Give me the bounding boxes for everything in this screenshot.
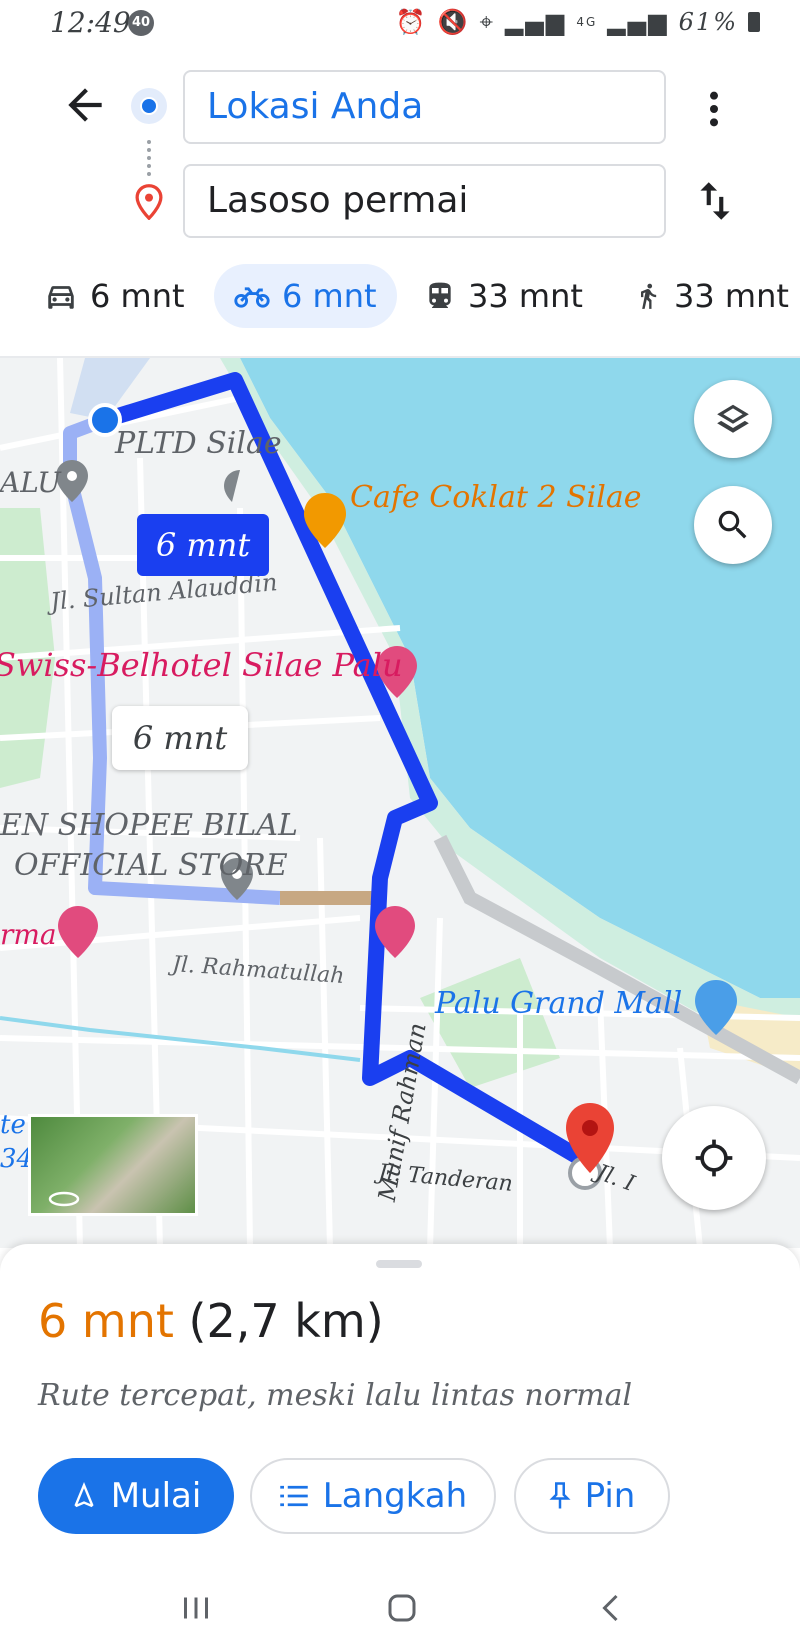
network-type: 4G — [576, 15, 598, 29]
label-cafe[interactable]: Cafe Coklat 2 Silae — [350, 480, 642, 515]
trip-distance: (2,7 km) — [188, 1294, 384, 1348]
search-map-button[interactable] — [694, 486, 772, 564]
mode-walk-label: 33 mnt — [674, 277, 789, 315]
mode-motorbike-label: 6 mnt — [282, 277, 377, 315]
steps-label: Langkah — [322, 1476, 468, 1516]
pin-button[interactable]: Pin — [514, 1458, 670, 1534]
status-icons: ⏰ 🔇 ⌖ ▂▄▆ 4G ▂▄▆ 61% — [396, 8, 760, 36]
label-rma: rma — [0, 918, 57, 951]
hotel-pin-3 — [58, 906, 98, 958]
rotate-360-icon — [48, 1191, 80, 1207]
label-shopee-2: OFFICIAL STORE — [14, 848, 288, 883]
map-view[interactable]: PLTD Silae Cafe Coklat 2 Silae ALU Jl. S… — [0, 358, 800, 1248]
list-icon — [280, 1485, 308, 1507]
route-time-alt: 6 mnt — [132, 719, 228, 757]
battery-percent: 61% — [678, 8, 738, 36]
mode-transit[interactable]: 33 mnt — [424, 264, 583, 328]
more-vert-icon — [710, 91, 718, 127]
walk-icon — [641, 283, 657, 309]
car-icon — [48, 286, 74, 309]
mode-walk[interactable]: 33 mnt — [634, 264, 789, 328]
recent-apps-icon — [184, 1597, 208, 1619]
back-arrow-icon — [68, 88, 102, 122]
mode-motorbike[interactable]: 6 mnt — [214, 264, 397, 328]
notification-badge: 40 — [128, 10, 154, 36]
location-icon: ⌖ — [479, 8, 495, 36]
swap-vert-icon — [700, 182, 730, 220]
label-te: te — [0, 1110, 26, 1140]
home-button[interactable] — [384, 1590, 420, 1626]
layers-icon — [717, 404, 749, 433]
label-shopee-1: EN SHOPEE BILAL — [0, 808, 298, 843]
sheet-drag-handle[interactable] — [376, 1260, 422, 1268]
more-options-button[interactable] — [694, 84, 734, 134]
origin-field[interactable]: Lokasi Anda — [183, 70, 666, 144]
pin-label: Pin — [584, 1476, 636, 1516]
street-view-thumbnail[interactable] — [28, 1114, 198, 1216]
signal-icon-2: ▂▄▆ — [607, 8, 669, 36]
recent-apps-button[interactable] — [178, 1590, 214, 1626]
start-label: Mulai — [110, 1476, 202, 1516]
trip-summary: 6 mnt (2,7 km) — [38, 1294, 384, 1348]
mode-car-label: 6 mnt — [90, 277, 185, 315]
back-chevron-icon — [602, 1594, 618, 1622]
directions-sheet: 6 mnt (2,7 km) Rute tercepat, meski lalu… — [0, 1244, 800, 1644]
origin-dot-icon — [131, 88, 167, 124]
navigation-arrow-icon — [74, 1482, 94, 1508]
motorbike-icon — [234, 287, 270, 308]
destination-pin-icon — [135, 184, 163, 220]
layers-button[interactable] — [694, 380, 772, 458]
back-button[interactable] — [60, 80, 110, 130]
android-nav-bar — [0, 1574, 800, 1644]
back-nav-button[interactable] — [594, 1590, 630, 1626]
route-dots-connector — [147, 140, 155, 176]
mode-transit-label: 33 mnt — [468, 277, 583, 315]
pin-icon — [549, 1482, 571, 1509]
swap-button[interactable] — [690, 176, 740, 226]
destination-field[interactable]: Lasoso permai — [183, 164, 666, 238]
route-time-bubble-alt[interactable]: 6 mnt — [112, 706, 248, 770]
route-note: Rute tercepat, meski lalu lintas normal — [38, 1378, 633, 1413]
route-time-primary: 6 mnt — [155, 526, 251, 564]
my-location-icon — [695, 1139, 733, 1177]
my-location-button[interactable] — [662, 1106, 766, 1210]
mode-car[interactable]: 6 mnt — [44, 264, 185, 328]
gray-pin-2 — [224, 470, 240, 502]
mute-icon: 🔇 — [437, 8, 470, 36]
home-icon — [388, 1594, 416, 1622]
status-time: 12:49 — [50, 6, 131, 39]
start-button[interactable]: Mulai — [38, 1458, 234, 1534]
transit-icon — [429, 282, 451, 308]
battery-icon — [748, 12, 760, 32]
label-alu: ALU — [0, 466, 61, 499]
label-pltd: PLTD Silae — [115, 426, 282, 461]
search-icon — [718, 510, 747, 539]
label-hotel[interactable]: Swiss-Belhotel Silae Palu — [0, 646, 403, 684]
signal-icon: ▂▄▆ — [504, 8, 567, 36]
route-time-bubble-primary[interactable]: 6 mnt — [137, 514, 269, 576]
alarm-icon: ⏰ — [395, 8, 428, 36]
trip-duration: 6 mnt — [38, 1294, 174, 1348]
label-mall[interactable]: Palu Grand Mall — [435, 986, 682, 1021]
steps-button[interactable]: Langkah — [250, 1458, 496, 1534]
status-bar: 12:49 40 ⏰ 🔇 ⌖ ▂▄▆ 4G ▂▄▆ 61% — [0, 0, 800, 48]
